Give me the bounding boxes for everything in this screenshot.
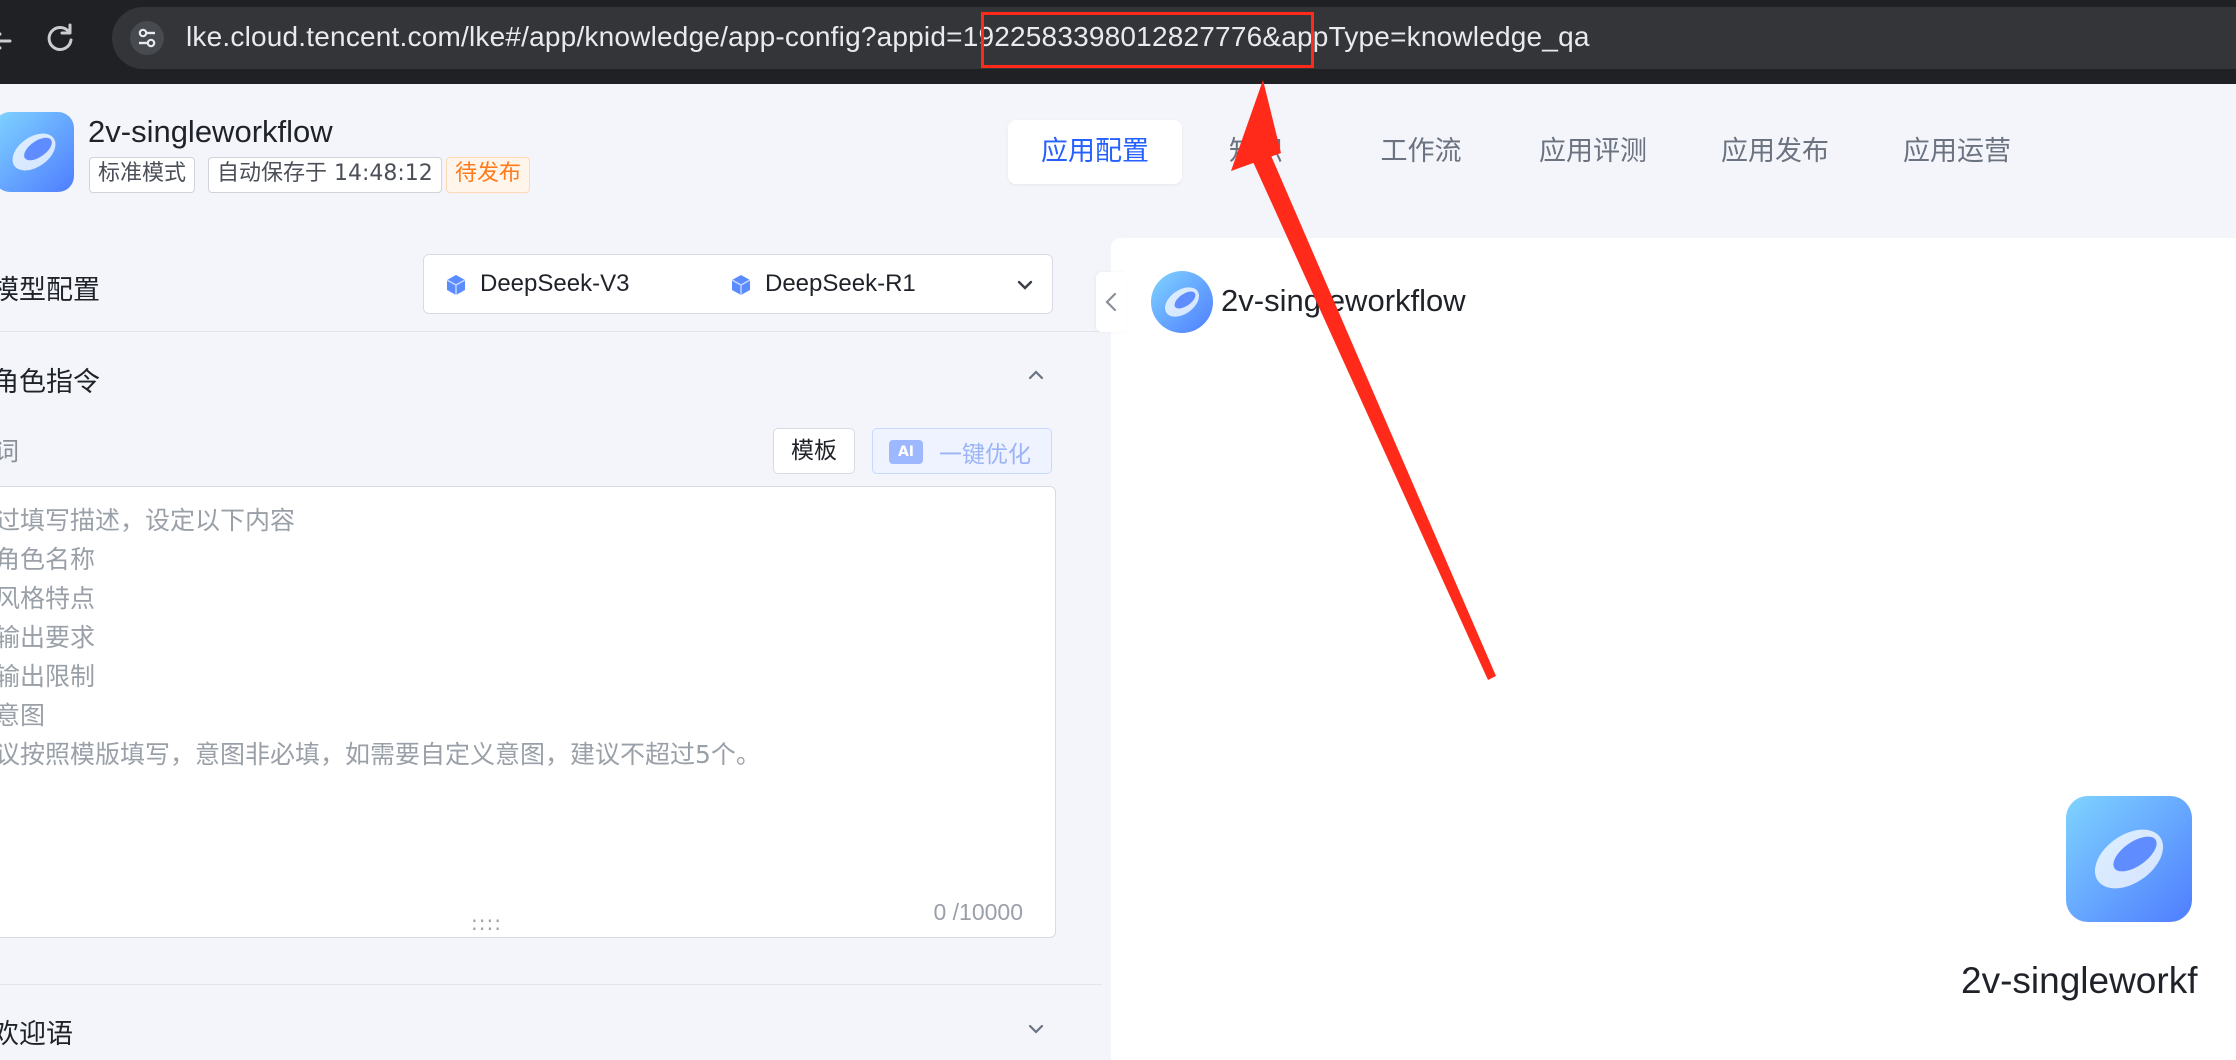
tab-app-config[interactable]: 应用配置 (1008, 120, 1182, 184)
url-prefix: lke.cloud.tencent.com/lke#/app/knowledge… (186, 21, 947, 52)
placeholder-line: 输出要求 (0, 623, 96, 652)
placeholder-line: 角色名称 (0, 545, 96, 574)
divider (0, 331, 1102, 332)
welcome-logo (2066, 796, 2192, 922)
model-cube-icon (731, 275, 751, 295)
model-item-v3: DeepSeek-V3 (480, 270, 630, 297)
swirl-logo-icon (2094, 829, 2164, 889)
site-settings-icon[interactable] (130, 21, 164, 55)
swirl-logo-icon (1164, 287, 1200, 317)
placeholder-line: 风格特点 (0, 584, 96, 613)
placeholder-line: 过填写描述，设定以下内容 (0, 506, 296, 535)
app-logo (0, 112, 74, 192)
browser-toolbar: lke.cloud.tencent.com/lke#/app/knowledge… (0, 0, 2236, 84)
model-config-title: 模型配置 (0, 275, 100, 306)
collapse-panel-button[interactable] (1096, 272, 1126, 332)
tab-evaluation[interactable]: 应用评测 (1528, 120, 1658, 184)
model-select[interactable]: DeepSeek-V3 DeepSeek-R1 (423, 254, 1053, 314)
chevron-left-icon (1105, 292, 1117, 312)
back-arrow-icon[interactable] (0, 26, 20, 56)
chevron-down-icon[interactable] (1014, 274, 1036, 296)
role-prompt-textarea[interactable]: 过填写描述，设定以下内容 角色名称 风格特点 输出要求 输出限制 意图 议按照模… (0, 486, 1056, 938)
placeholder-line: 输出限制 (0, 662, 96, 691)
tab-publish[interactable]: 应用发布 (1710, 120, 1840, 184)
config-panel: 模型配置 DeepSeek-V3 DeepSeek-R1 角色指令 词 模板 A… (0, 234, 1102, 1060)
tab-operations[interactable]: 应用运营 (1892, 120, 2022, 184)
address-bar[interactable]: lke.cloud.tencent.com/lke#/app/knowledge… (112, 7, 2236, 69)
preview-panel: 2v-singleworkflow 2v-singleworkf (1111, 238, 2236, 1060)
ai-icon: AI (889, 440, 923, 464)
mode-tag: 标准模式 (89, 157, 196, 193)
char-counter: 0 /10000 (933, 899, 1023, 925)
chat-title: 2v-singleworkflow (1221, 283, 1466, 318)
app-title: 2v-singleworkflow (88, 114, 333, 149)
url-appid: =1922583398012827776 (946, 21, 1263, 52)
url-suffix: &appType=knowledge_qa (1262, 21, 1590, 52)
app-header: 2v-singleworkflow 标准模式 自动保存于 14:48:12 待发… (0, 84, 2236, 234)
status-badge: 待发布 (446, 157, 531, 193)
model-cube-icon (446, 275, 466, 295)
role-instruction-title: 角色指令 (0, 367, 100, 398)
chat-logo (1151, 271, 1213, 333)
swirl-logo-icon (12, 133, 56, 171)
chevron-up-icon[interactable] (1025, 364, 1047, 386)
chevron-down-icon[interactable] (1025, 1018, 1047, 1040)
welcome-app-name: 2v-singleworkf (1961, 960, 2198, 1001)
reload-icon[interactable] (42, 20, 78, 56)
autosave-tag: 自动保存于 14:48:12 (208, 157, 442, 193)
placeholder-line: 议按照模版填写，意图非必填，如需要自定义意图，建议不超过5个。 (0, 740, 761, 769)
url-text[interactable]: lke.cloud.tencent.com/lke#/app/knowledge… (186, 21, 1590, 53)
ai-optimize-button[interactable]: AI 一键优化 (872, 428, 1052, 474)
divider (0, 984, 1102, 985)
prompt-label: 词 (0, 437, 20, 466)
placeholder-line: 意图 (0, 701, 46, 730)
welcome-title: 欢迎语 (0, 1019, 73, 1050)
resize-grip[interactable]: :::: (471, 911, 502, 935)
ai-optimize-label: 一键优化 (939, 442, 1031, 468)
tab-workflow[interactable]: 工作流 (1366, 120, 1476, 184)
tab-knowledge[interactable]: 知识 (1220, 120, 1292, 184)
model-item-r1: DeepSeek-R1 (765, 270, 916, 297)
template-button[interactable]: 模板 (773, 428, 855, 474)
